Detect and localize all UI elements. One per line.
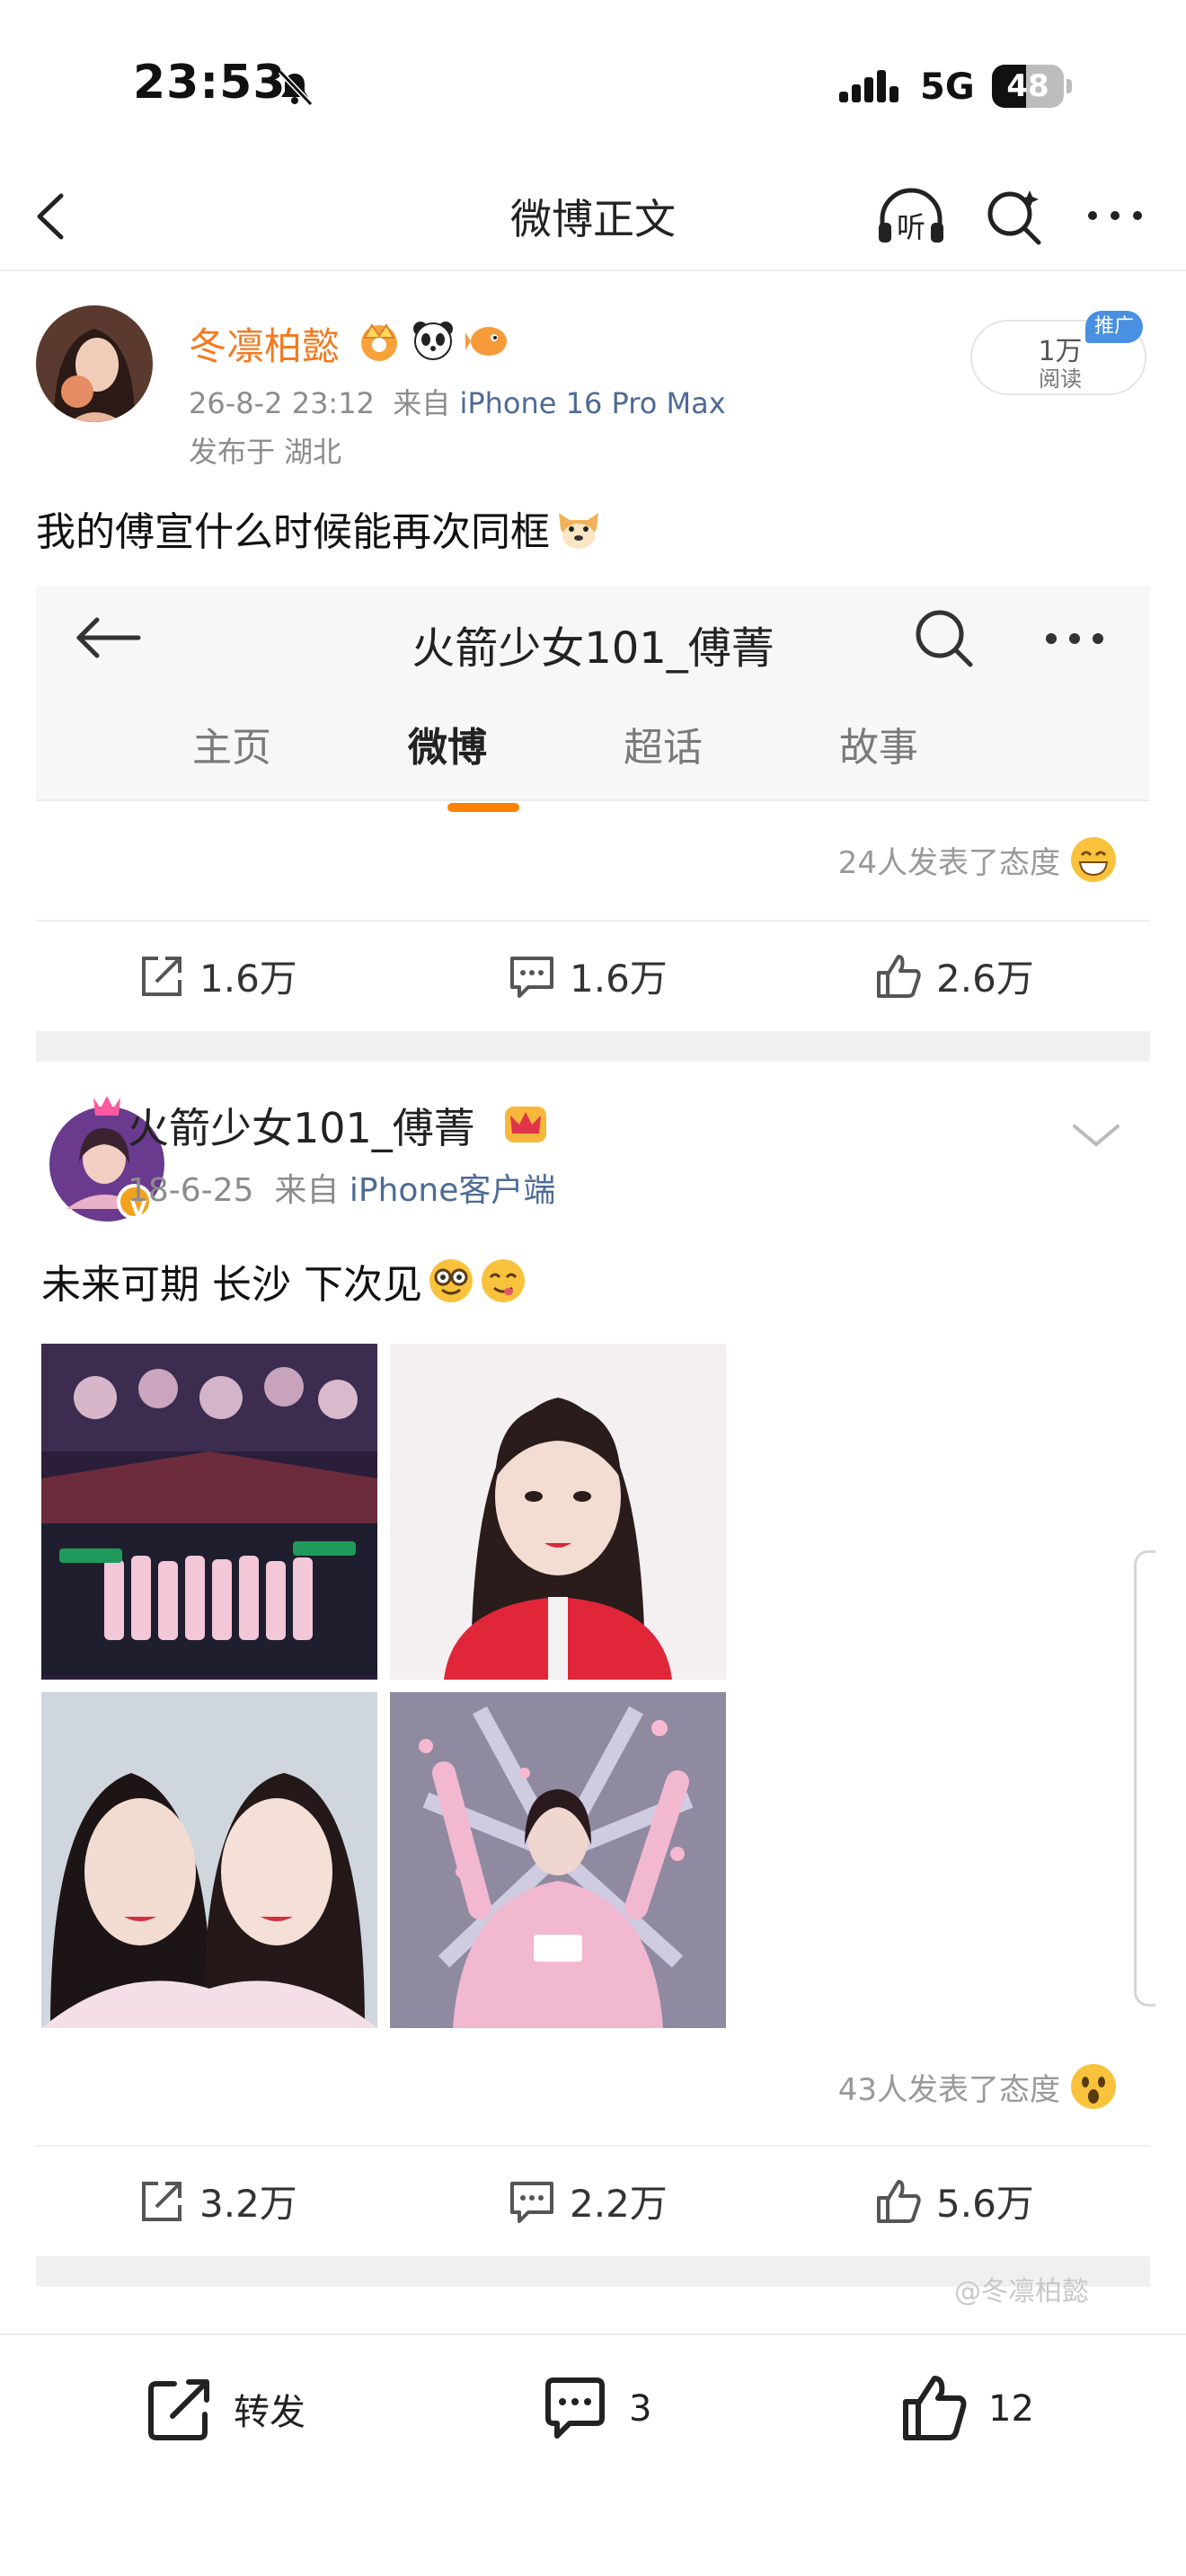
post-like-count: 5.6万: [936, 2182, 1034, 2226]
panda-icon: [413, 322, 453, 360]
repost-icon: [142, 956, 181, 996]
prev-action-row: 1.6万 1.6万 2.6万: [36, 920, 1150, 1028]
listen-icon[interactable]: 听: [875, 183, 947, 250]
post-comment: 2.2万: [507, 2174, 668, 2228]
prev-reactions: 24人发表了态度: [838, 835, 1118, 884]
watermark: @冬凛柏懿: [954, 2276, 1089, 2307]
post-text: 我的傅宣什么时候能再次同框: [36, 499, 604, 557]
embed-search-icon: [916, 610, 973, 667]
battery-indicator: 48: [992, 65, 1072, 108]
tab-indicator: [447, 803, 519, 812]
author-meta: 26-8-2 23:12 来自 iPhone 16 Pro Max: [189, 381, 726, 422]
embed-tab-story: 故事: [839, 725, 918, 771]
embed-nav: 火箭少女101_傅菁: [36, 586, 1150, 688]
status-time: 23:53: [133, 56, 287, 110]
embed-post-text: 未来可期 长沙 下次见: [41, 1262, 422, 1308]
embed-tab-supertopic: 超话: [624, 725, 703, 771]
crown-badge-icon: [361, 323, 397, 361]
bottom-toolbar: 转发 3 12: [0, 2333, 1186, 2576]
prev-like: 2.6万: [873, 948, 1034, 1003]
comment-icon: [510, 2181, 553, 2223]
nav-bar: 微博正文 听: [0, 162, 1186, 271]
like-icon: [903, 2376, 967, 2440]
embed-post-body: 未来可期 长沙 下次见: [41, 1252, 527, 1310]
prev-comment: 1.6万: [507, 948, 668, 1003]
search-icon[interactable]: [983, 185, 1046, 248]
repost-icon: [148, 2379, 209, 2440]
embed-tab-weibo: 微博: [408, 725, 487, 771]
like-icon: [877, 2179, 921, 2223]
photo-selfie-duo: [41, 1692, 377, 2028]
post-action-row: 3.2万 2.2万 5.6万: [36, 2145, 1150, 2253]
promo-tag[interactable]: 推广: [1085, 311, 1143, 343]
like-icon: [877, 954, 921, 998]
repost-label: 转发: [234, 2392, 305, 2433]
prev-repost: 1.6万: [137, 948, 297, 1003]
post-comment-count: 2.2万: [570, 2182, 668, 2226]
read-label: 阅读: [1039, 366, 1082, 392]
repost-button[interactable]: 转发: [144, 2373, 305, 2445]
comment-button[interactable]: 3: [539, 2373, 651, 2445]
scroll-indicator[interactable]: [1134, 1550, 1155, 2007]
bell-mute-icon: [278, 69, 314, 107]
embed-post-device: iPhone客户端: [349, 1172, 556, 1209]
battery-text: 48: [1006, 68, 1049, 104]
surprised-emoji-icon: [1071, 2064, 1116, 2109]
like-button[interactable]: 12: [898, 2373, 1034, 2445]
embed-source-prefix: 来自: [274, 1172, 340, 1209]
signal-icon: [839, 70, 898, 102]
prev-comment-count: 1.6万: [570, 957, 668, 1001]
more-icon[interactable]: [1084, 189, 1146, 243]
embed-post-time: 18-6-25: [128, 1172, 254, 1209]
post-device[interactable]: iPhone 16 Pro Max: [459, 386, 725, 420]
prev-reactions-text: 24人发表了态度: [837, 844, 1060, 881]
post-repost-count: 3.2万: [199, 2182, 297, 2226]
chevron-down-icon: [1073, 1125, 1120, 1147]
embed-title: 火箭少女101_傅菁: [412, 623, 774, 674]
photo-stage-pink: [390, 1692, 726, 2028]
crown-icon: [505, 1107, 546, 1142]
embedded-screenshot[interactable]: 火箭少女101_傅菁 主页 微博 超话 故事 24人发表了态度 1.6万 1.6…: [36, 586, 1150, 2292]
network-label: 5G: [920, 66, 975, 108]
photo-stage-group: [41, 1344, 377, 1680]
post-time: 26-8-2 23:12: [189, 386, 375, 420]
post-repost: 3.2万: [137, 2174, 297, 2228]
photo-portrait-red: [390, 1344, 726, 1680]
post-reactions: 43人发表了态度: [838, 2062, 1118, 2111]
fish-icon: [465, 327, 507, 356]
comment-icon: [510, 956, 553, 998]
prev-repost-count: 1.6万: [199, 957, 297, 1001]
embed-tab-home: 主页: [192, 725, 271, 771]
comment-count: 3: [629, 2388, 652, 2430]
post-separator: [36, 1031, 1150, 1062]
author-badges: [356, 316, 510, 363]
repost-icon: [142, 2181, 181, 2221]
post-meta: 18-6-25 来自 iPhone客户端: [128, 1164, 555, 1211]
post-location: 发布于 湖北: [189, 435, 342, 469]
author-avatar[interactable]: [36, 305, 153, 422]
doge-emoji-icon: [559, 513, 598, 549]
post-text-content: 我的傅宣什么时候能再次同框: [36, 509, 550, 555]
source-prefix: 来自: [393, 386, 451, 420]
nerd-emoji-icon: [429, 1259, 473, 1302]
embed-tabs: 主页 微博 超话 故事: [36, 688, 1150, 801]
author-name[interactable]: 冬凛柏懿: [189, 316, 340, 371]
yum-emoji-icon: [481, 1259, 525, 1302]
embed-more-icon: [1046, 633, 1103, 644]
listen-label: 听: [897, 210, 925, 244]
post-author-name: 火箭少女101_傅菁: [128, 1104, 475, 1152]
like-count: 12: [988, 2388, 1034, 2430]
grin-emoji-icon: [1071, 837, 1116, 882]
post-reactions-text: 43人发表了态度: [837, 2071, 1060, 2108]
prev-like-count: 2.6万: [936, 957, 1034, 1001]
post-like: 5.6万: [873, 2174, 1034, 2228]
comment-icon: [545, 2378, 605, 2439]
status-bar: 23:53 5G 48: [0, 0, 1186, 162]
